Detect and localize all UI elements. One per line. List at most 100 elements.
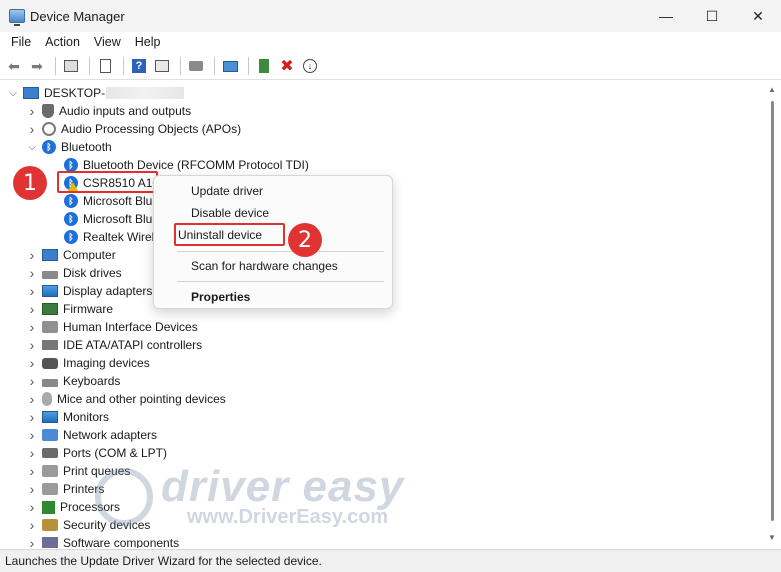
tree-category-item[interactable]: › Mice and other pointing devices [27, 390, 226, 408]
close-button[interactable]: ✕ [735, 0, 781, 32]
window-title: Device Manager [30, 8, 125, 24]
chevron-right-icon[interactable]: › [27, 247, 37, 263]
tree-item-label: Mice and other pointing devices [57, 392, 226, 406]
chevron-right-icon[interactable]: › [27, 265, 37, 281]
tree-item-label: Processors [60, 500, 121, 514]
menu-action[interactable]: Action [38, 35, 87, 49]
view-icon[interactable] [152, 56, 172, 76]
menu-file[interactable]: File [4, 35, 38, 49]
toolbar-divider [248, 57, 249, 75]
tree-category-item[interactable]: ⌵ ᛒ Bluetooth [27, 138, 112, 156]
tree-child-item[interactable]: ᛒ Microsoft Blu [64, 210, 152, 228]
scroll-thumb[interactable] [771, 101, 774, 521]
chevron-right-icon[interactable]: › [27, 499, 37, 515]
toolbar-divider [89, 57, 90, 75]
chevron-down-icon[interactable]: ⌵ [27, 142, 37, 153]
chip-icon [42, 303, 58, 315]
status-bar: Launches the Update Driver Wizard for th… [0, 549, 781, 572]
tree-category-item[interactable]: › Ports (COM & LPT) [27, 444, 167, 462]
disk-drive-icon [42, 271, 58, 279]
tree-category-item[interactable]: › Print queues [27, 462, 131, 480]
tree-category-item[interactable]: › Imaging devices [27, 354, 150, 372]
scroll-down-icon[interactable]: ▼ [768, 533, 776, 542]
update-driver-menu-item[interactable]: Update driver [191, 184, 263, 198]
tree-item-label: Printers [63, 482, 105, 496]
tree-category-item[interactable]: › Network adapters [27, 426, 157, 444]
properties-menu-item[interactable]: Properties [191, 290, 250, 304]
vertical-scrollbar[interactable]: ▲ ▼ [765, 81, 781, 548]
update-driver-icon[interactable] [254, 56, 274, 76]
chevron-right-icon[interactable]: › [27, 445, 37, 461]
tree-category-item[interactable]: › Audio inputs and outputs [27, 102, 191, 120]
uninstall-device-menu-item[interactable]: Uninstall device [178, 228, 262, 242]
toolbar-divider [123, 57, 124, 75]
minimize-button[interactable]: — [643, 0, 689, 32]
redacted-name [106, 87, 185, 99]
tree-category-item[interactable]: › Display adapters [27, 282, 153, 300]
scan-hardware-menu-item[interactable]: Scan for hardware changes [191, 259, 338, 273]
tree-item-label: Keyboards [63, 374, 121, 388]
uninstall-x-icon[interactable]: ✖ [277, 56, 297, 76]
tree-category-item[interactable]: › Security devices [27, 516, 151, 534]
tree-category-item[interactable]: › Human Interface Devices [27, 318, 198, 336]
tree-category-item[interactable]: › Monitors [27, 408, 109, 426]
tree-category-item[interactable]: › Audio Processing Objects (APOs) [27, 120, 241, 138]
chevron-right-icon[interactable]: › [27, 427, 37, 443]
monitor-icon [42, 285, 58, 297]
tree-category-item[interactable]: › Keyboards [27, 372, 121, 390]
menu-bar: File Action View Help [0, 32, 781, 52]
chevron-right-icon[interactable]: › [27, 355, 37, 371]
download-icon[interactable]: ↓ [300, 56, 320, 76]
tree-item-label: Realtek Wirel [83, 230, 155, 244]
properties-grid-icon[interactable] [61, 56, 81, 76]
tree-item-label: Bluetooth [61, 140, 112, 154]
tree-item-label: Audio inputs and outputs [59, 104, 192, 118]
tree-category-item[interactable]: › Processors [27, 498, 120, 516]
tree-child-item[interactable]: ᛒ Realtek Wirel [64, 228, 154, 246]
menu-help[interactable]: Help [128, 35, 168, 49]
print-icon[interactable] [186, 56, 206, 76]
chevron-right-icon[interactable]: › [27, 319, 37, 335]
help-icon[interactable]: ? [129, 56, 149, 76]
maximize-button[interactable]: ☐ [689, 0, 735, 32]
tree-item-label: Imaging devices [63, 356, 150, 370]
tree-category-item[interactable]: › Printers [27, 480, 105, 498]
monitor-scan-icon[interactable] [220, 56, 240, 76]
menu-view[interactable]: View [87, 35, 128, 49]
port-icon [42, 448, 58, 458]
chevron-right-icon[interactable]: › [27, 337, 37, 353]
device-manager-icon [9, 9, 25, 26]
chevron-right-icon[interactable]: › [27, 391, 37, 407]
tree-child-item[interactable]: ᛒ Microsoft Blu [64, 192, 152, 210]
device-tree: ⌵ DESKTOP- › Audio inputs and outputs › Aud… [0, 81, 765, 548]
toolbar: ⬅ ➡ ? ✖ ↓ [0, 53, 781, 80]
tree-category-item[interactable]: › IDE ATA/ATAPI controllers [27, 336, 203, 354]
tree-item-label: Firmware [63, 302, 113, 316]
chevron-right-icon[interactable]: › [27, 103, 37, 119]
disable-device-menu-item[interactable]: Disable device [191, 206, 269, 220]
chevron-right-icon[interactable]: › [27, 283, 37, 299]
tree-category-item[interactable]: › Computer [27, 246, 116, 264]
chevron-right-icon[interactable]: › [27, 481, 37, 497]
tree-item-label: Ports (COM & LPT) [63, 446, 168, 460]
chevron-down-icon[interactable]: ⌵ [8, 88, 18, 99]
menu-divider [177, 251, 384, 252]
tree-category-item[interactable]: › Disk drives [27, 264, 122, 282]
chevron-right-icon[interactable]: › [27, 517, 37, 533]
tree-item-label: Software components [63, 536, 180, 548]
chevron-right-icon[interactable]: › [27, 409, 37, 425]
chevron-right-icon[interactable]: › [27, 373, 37, 389]
scroll-up-icon[interactable]: ▲ [768, 85, 776, 94]
chevron-right-icon[interactable]: › [27, 535, 37, 548]
tree-root[interactable]: ⌵ DESKTOP- [8, 84, 185, 102]
document-icon[interactable] [95, 56, 115, 76]
tree-category-item[interactable]: › Firmware [27, 300, 113, 318]
chevron-right-icon[interactable]: › [27, 463, 37, 479]
chevron-right-icon[interactable]: › [27, 121, 37, 137]
tree-item-label: Human Interface Devices [63, 320, 198, 334]
chevron-right-icon[interactable]: › [27, 301, 37, 317]
speaker-icon [42, 104, 54, 118]
back-arrow-icon[interactable]: ⬅ [4, 56, 24, 76]
tree-category-item[interactable]: › Software components [27, 534, 179, 548]
forward-arrow-icon[interactable]: ➡ [27, 56, 47, 76]
